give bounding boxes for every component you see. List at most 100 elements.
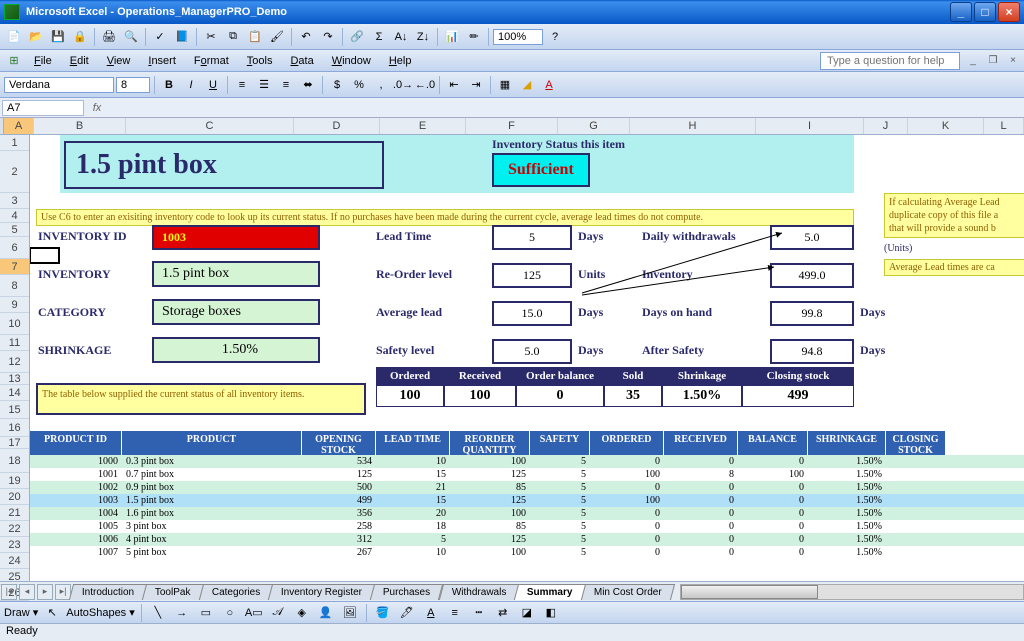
new-icon[interactable]: 📄 (4, 27, 24, 47)
sort-asc-icon[interactable]: A↓ (391, 27, 411, 47)
help-search[interactable] (820, 52, 960, 70)
row-header-10[interactable]: 10 (0, 313, 29, 335)
undo-icon[interactable]: ↶ (296, 27, 316, 47)
cut-icon[interactable]: ✂ (201, 27, 221, 47)
help-icon[interactable]: ? (545, 27, 565, 47)
line-style-icon[interactable]: ≡ (445, 603, 465, 623)
row-header-1[interactable]: 1 (0, 135, 29, 151)
percent-icon[interactable]: % (349, 75, 369, 95)
sort-desc-icon[interactable]: Z↓ (413, 27, 433, 47)
sheet-tab-introduction[interactable]: Introduction (69, 584, 148, 600)
chart-icon[interactable]: 📊 (442, 27, 462, 47)
sheet-tab-toolpak[interactable]: ToolPak (142, 584, 204, 600)
menu-file[interactable]: File (26, 53, 60, 69)
zoom-box[interactable] (493, 29, 543, 45)
select-objects-icon[interactable]: ↖ (42, 603, 62, 623)
col-header-H[interactable]: H (630, 118, 756, 134)
bold-icon[interactable]: B (159, 75, 179, 95)
inc-decimal-icon[interactable]: .0→ (393, 75, 413, 95)
save-icon[interactable]: 💾 (48, 27, 68, 47)
menu-edit[interactable]: Edit (62, 53, 97, 69)
minimize-button[interactable]: _ (950, 2, 972, 22)
table-row[interactable]: 10075 pint box2671010050001.50% (30, 546, 1024, 559)
spreadsheet-grid[interactable]: 1.5 pint box Inventory Status this item … (30, 135, 1024, 581)
diagram-icon[interactable]: ◈ (292, 603, 312, 623)
currency-icon[interactable]: $ (327, 75, 347, 95)
align-center-icon[interactable]: ☰ (254, 75, 274, 95)
autoshapes-menu[interactable]: AutoShapes ▾ (66, 606, 135, 619)
doc-close-icon[interactable]: × (1006, 54, 1020, 68)
textbox-icon[interactable]: A▭ (244, 603, 264, 623)
clipart-icon[interactable]: 👤 (316, 603, 336, 623)
close-button[interactable]: × (998, 2, 1020, 22)
table-row[interactable]: 10010.7 pint box12515125510081001.50% (30, 468, 1024, 481)
underline-icon[interactable]: U (203, 75, 223, 95)
menu-insert[interactable]: Insert (140, 53, 184, 69)
dash-style-icon[interactable]: ┅ (469, 603, 489, 623)
preview-icon[interactable]: 🔍 (121, 27, 141, 47)
table-row[interactable]: 10041.6 pint box3562010050001.50% (30, 507, 1024, 520)
open-icon[interactable]: 📂 (26, 27, 46, 47)
menu-data[interactable]: Data (282, 53, 321, 69)
comma-icon[interactable]: , (371, 75, 391, 95)
autosum-icon[interactable]: Σ (369, 27, 389, 47)
shadow-icon[interactable]: ◪ (517, 603, 537, 623)
sheet-tab-min-cost-order[interactable]: Min Cost Order (581, 584, 675, 600)
table-row[interactable]: 10053 pint box258188550001.50% (30, 520, 1024, 533)
tab-nav-next-icon[interactable]: ▸ (37, 584, 53, 600)
picture-icon[interactable]: 🖼 (340, 603, 360, 623)
drawing-icon[interactable]: ✏ (464, 27, 484, 47)
row-header-14[interactable]: 14 (0, 385, 29, 401)
sheet-tab-withdrawals[interactable]: Withdrawals (438, 584, 519, 600)
row-header-19[interactable]: 19 (0, 473, 29, 489)
row-header-7[interactable]: 7 (0, 259, 29, 275)
spell-icon[interactable]: ✓ (150, 27, 170, 47)
borders-icon[interactable]: ▦ (495, 75, 515, 95)
row-header-2[interactable]: 2 (0, 151, 29, 193)
redo-icon[interactable]: ↷ (318, 27, 338, 47)
menu-help[interactable]: Help (381, 53, 420, 69)
font-size-box[interactable] (116, 77, 150, 93)
row-header-9[interactable]: 9 (0, 297, 29, 313)
row-header-23[interactable]: 23 (0, 537, 29, 553)
menu-window[interactable]: Window (324, 53, 379, 69)
col-header-E[interactable]: E (380, 118, 466, 134)
col-header-C[interactable]: C (126, 118, 294, 134)
fx-icon[interactable]: fx (88, 99, 106, 117)
sheet-tab-categories[interactable]: Categories (199, 584, 274, 600)
row-header-11[interactable]: 11 (0, 335, 29, 351)
arrow-style-icon[interactable]: ⇄ (493, 603, 513, 623)
col-header-I[interactable]: I (756, 118, 864, 134)
tab-nav-prev-icon[interactable]: ◂ (19, 584, 35, 600)
menu-tools[interactable]: Tools (239, 53, 281, 69)
app-icon[interactable]: ⊞ (4, 51, 24, 71)
horizontal-scrollbar[interactable] (680, 584, 1024, 600)
row-header-6[interactable]: 6 (0, 237, 29, 259)
menu-view[interactable]: View (99, 53, 139, 69)
row-header-16[interactable]: 16 (0, 419, 29, 437)
sheet-tab-inventory-register[interactable]: Inventory Register (268, 584, 375, 600)
col-header-F[interactable]: F (466, 118, 558, 134)
maximize-button[interactable]: □ (974, 2, 996, 22)
col-header-A[interactable]: A (4, 118, 34, 134)
row-header-15[interactable]: 15 (0, 401, 29, 419)
font-color-icon[interactable]: A (539, 75, 559, 95)
merge-icon[interactable]: ⬌ (298, 75, 318, 95)
row-header-12[interactable]: 12 (0, 351, 29, 373)
row-header-24[interactable]: 24 (0, 553, 29, 569)
row-header-4[interactable]: 4 (0, 209, 29, 223)
threed-icon[interactable]: ◧ (541, 603, 561, 623)
table-row[interactable]: 10000.3 pint box5341010050001.50% (30, 455, 1024, 468)
rectangle-icon[interactable]: ▭ (196, 603, 216, 623)
table-row[interactable]: 10064 pint box312512550001.50% (30, 533, 1024, 546)
table-row[interactable]: 10031.5 pint box499151255100001.50% (30, 494, 1024, 507)
align-left-icon[interactable]: ≡ (232, 75, 252, 95)
row-header-17[interactable]: 17 (0, 437, 29, 449)
row-header-5[interactable]: 5 (0, 223, 29, 237)
row-header-13[interactable]: 13 (0, 373, 29, 385)
research-icon[interactable]: 📘 (172, 27, 192, 47)
fill-color-icon[interactable]: ◢ (517, 75, 537, 95)
menu-format[interactable]: Format (186, 53, 237, 69)
table-row[interactable]: 10020.9 pint box500218550001.50% (30, 481, 1024, 494)
doc-restore-icon[interactable]: ❐ (986, 54, 1000, 68)
